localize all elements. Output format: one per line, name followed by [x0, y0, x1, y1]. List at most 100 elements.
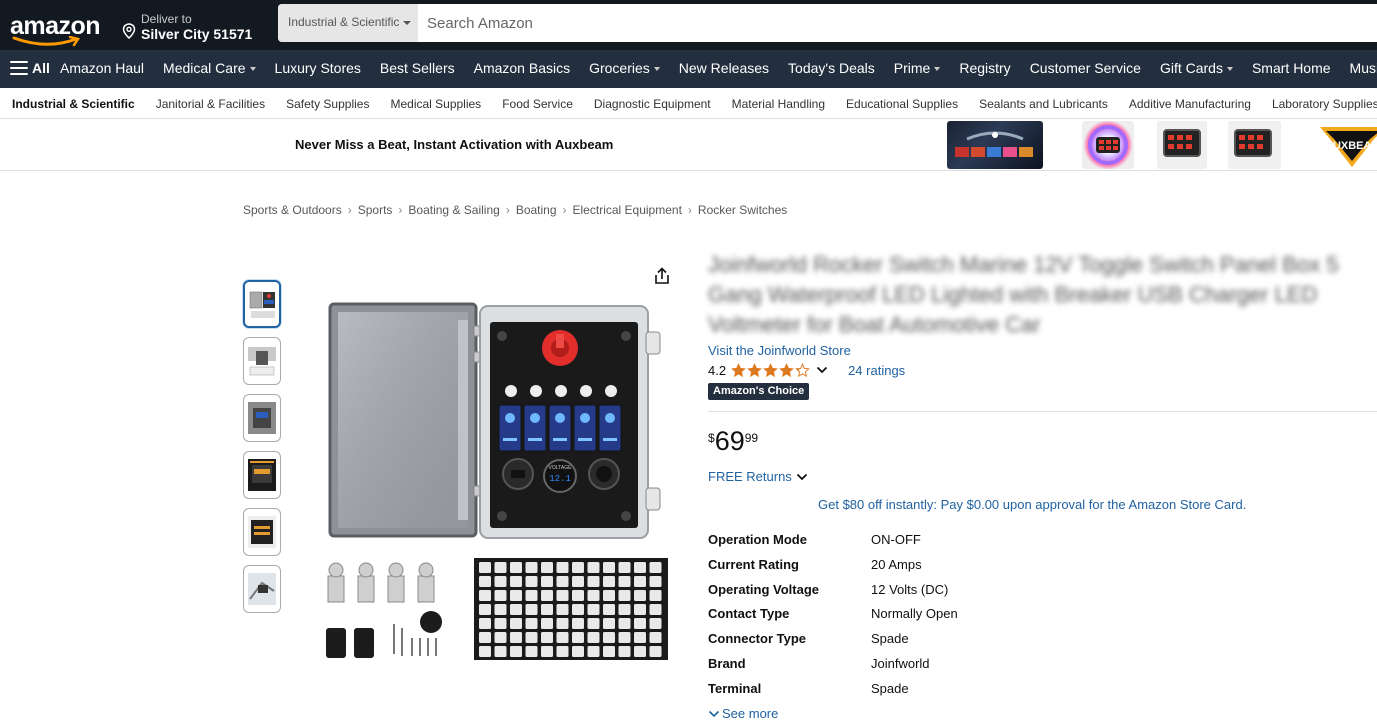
- see-more-link[interactable]: See more: [708, 706, 778, 721]
- breadcrumb-link[interactable]: Boating & Sailing: [408, 203, 499, 217]
- breadcrumb-link[interactable]: Sports & Outdoors: [243, 203, 342, 217]
- sticker-cell: [510, 576, 522, 587]
- sticker-cell: [556, 562, 569, 573]
- search-input[interactable]: [418, 4, 1377, 42]
- sticker-cell: [572, 646, 584, 657]
- nav-item-new-releases[interactable]: New Releases: [679, 60, 769, 76]
- thumbnail-1[interactable]: [243, 280, 281, 328]
- thumbnail-5[interactable]: [243, 508, 281, 556]
- nav-item-label: Customer Service: [1029, 60, 1141, 76]
- nav-item-medical-care[interactable]: Medical Care: [163, 60, 256, 76]
- thumbnail-3[interactable]: [243, 394, 281, 442]
- nav-item-groceries[interactable]: Groceries: [589, 60, 660, 76]
- nav-item-smart-home[interactable]: Smart Home: [1252, 60, 1331, 76]
- ratings-count-link[interactable]: 24 ratings: [848, 363, 905, 378]
- subnav-item[interactable]: Safety Supplies: [286, 97, 369, 111]
- nav-item-label: New Releases: [678, 60, 770, 76]
- breadcrumb-link[interactable]: Electrical Equipment: [573, 203, 682, 217]
- banner-image-vehicle[interactable]: [947, 121, 1043, 169]
- subnav-item[interactable]: Additive Manufacturing: [1129, 97, 1251, 111]
- breadcrumb-link[interactable]: Sports: [358, 203, 393, 217]
- product-specs-table: Operation Mode ON-OFF Current Rating 20 Amp…: [708, 532, 1108, 706]
- sticker-cell: [525, 646, 538, 657]
- nav-item-gift-cards[interactable]: Gift Cards: [1160, 60, 1233, 76]
- deliver-location: Silver City 51571: [141, 26, 253, 42]
- search-category-select[interactable]: Industrial & Scientific: [278, 4, 418, 42]
- subnav-item[interactable]: Food Service: [502, 97, 573, 111]
- nav-item-customer-service[interactable]: Customer Service: [1030, 60, 1141, 76]
- banner-image-panel-2[interactable]: [1228, 121, 1281, 169]
- chevron-down-icon: [403, 20, 412, 25]
- sticker-cell: [572, 562, 584, 573]
- sticker-cell: [479, 604, 491, 615]
- subnav-item[interactable]: Janitorial & Facilities: [156, 97, 265, 111]
- nav-item-amazon-haul[interactable]: Amazon Haul: [60, 60, 144, 76]
- free-returns-link[interactable]: FREE Returns: [708, 469, 808, 484]
- nav-item-music[interactable]: Music: [1350, 60, 1377, 76]
- subnav-item[interactable]: Educational Supplies: [846, 97, 958, 111]
- price-whole: 69: [714, 426, 745, 456]
- sticker-cell: [479, 646, 491, 657]
- sticker-cell: [541, 604, 553, 615]
- chevron-down-icon: [708, 710, 720, 717]
- subnav-item[interactable]: Industrial & Scientific: [12, 97, 135, 111]
- thumbnail-6[interactable]: [243, 565, 281, 613]
- spec-row: Connector Type Spade: [708, 631, 1108, 656]
- sticker-cell: [649, 632, 662, 643]
- subnav-item[interactable]: Medical Supplies: [390, 97, 481, 111]
- subnav-item[interactable]: Diagnostic Equipment: [594, 97, 711, 111]
- auxbeam-logo[interactable]: AUXBEA: [1318, 125, 1377, 169]
- chevron-down-icon[interactable]: [816, 365, 828, 375]
- location-pin-icon: [122, 23, 136, 39]
- sticker-cell: [541, 618, 553, 629]
- sticker-cell: [618, 604, 631, 615]
- nav-item-amazon-basics[interactable]: Amazon Basics: [474, 60, 570, 76]
- nav-item-label: Today's Deals: [788, 60, 875, 76]
- thumbnail-2[interactable]: [243, 337, 281, 385]
- banner-image-panel[interactable]: [1157, 121, 1207, 169]
- subnav-items: Industrial & Scientific Janitorial & Faci…: [12, 97, 1377, 111]
- store-link[interactable]: Visit the Joinfworld Store: [708, 343, 851, 358]
- subnav-item[interactable]: Sealants and Lubricants: [979, 97, 1108, 111]
- top-header: amazon Deliver to Silver City 51571 Indu…: [0, 0, 1377, 50]
- sticker-cell: [649, 562, 662, 573]
- breadcrumb-link[interactable]: Boating: [516, 203, 557, 217]
- main-product-image[interactable]: VOLTAGE 12.1: [318, 292, 674, 664]
- sticker-cell: [479, 590, 491, 601]
- breadcrumb-separator-icon: ›: [687, 203, 692, 217]
- star-rating[interactable]: [731, 362, 810, 378]
- share-icon[interactable]: [652, 266, 672, 286]
- sticker-cell: [525, 562, 538, 573]
- sticker-cell: [618, 646, 631, 657]
- sticker-cell: [603, 590, 615, 601]
- sticker-cell: [525, 618, 538, 629]
- nav-item-luxury-stores[interactable]: Luxury Stores: [275, 60, 361, 76]
- sticker-cell: [634, 618, 646, 629]
- promo-banner[interactable]: Never Miss a Beat, Instant Activation wi…: [0, 120, 1377, 171]
- sticker-cell: [556, 590, 569, 601]
- amazon-logo[interactable]: amazon: [8, 10, 104, 48]
- sticker-cell: [556, 646, 569, 657]
- hamburger-icon: [10, 61, 28, 75]
- all-menu-button[interactable]: All: [10, 60, 50, 76]
- nav-item-today-s-deals[interactable]: Today's Deals: [788, 60, 875, 76]
- sticker-cell: [479, 562, 491, 573]
- sticker-cell: [603, 618, 615, 629]
- sticker-cell: [634, 562, 646, 573]
- sticker-cell: [587, 576, 600, 587]
- spec-key: Contact Type: [708, 606, 790, 622]
- sticker-cell: [525, 590, 538, 601]
- nav-item-best-sellers[interactable]: Best Sellers: [380, 60, 455, 76]
- nav-item-registry[interactable]: Registry: [959, 60, 1010, 76]
- store-card-promo-link[interactable]: Get $80 off instantly: Pay $0.00 upon ap…: [818, 497, 1246, 512]
- star-icon: [747, 362, 762, 377]
- banner-ring-graphic: [1088, 125, 1128, 165]
- banner-image-ring[interactable]: [1082, 121, 1134, 169]
- subnav-item[interactable]: Laboratory Supplies: [1272, 97, 1377, 111]
- nav-item-prime[interactable]: Prime: [894, 60, 941, 76]
- sticker-cell: [494, 604, 507, 615]
- sticker-cell: [649, 576, 662, 587]
- breadcrumb-link[interactable]: Rocker Switches: [698, 203, 787, 217]
- thumbnail-4[interactable]: [243, 451, 281, 499]
- subnav-item[interactable]: Material Handling: [732, 97, 825, 111]
